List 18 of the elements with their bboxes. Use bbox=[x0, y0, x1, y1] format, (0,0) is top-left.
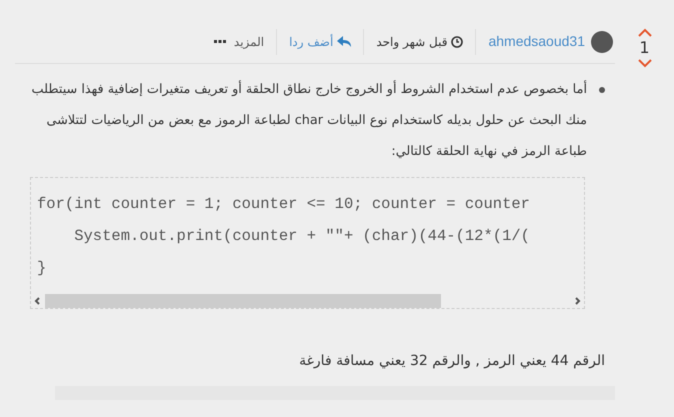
clock-icon bbox=[451, 36, 464, 48]
bullet-icon bbox=[599, 87, 605, 93]
reply-arrow-icon bbox=[337, 36, 352, 47]
note-text: الرقم 44 يعني الرمز , والرقم 32 يعني مسافة فارغة bbox=[298, 352, 605, 371]
code-line: for(int counter = 1; counter <= 10; counter = counter bbox=[37, 194, 531, 215]
avatar-icon bbox=[591, 30, 613, 52]
post-time: قبل شهر واحد bbox=[376, 34, 448, 50]
code-line: System.out.print(counter + ""+ (char)(44-(12*(1/( bbox=[73, 226, 531, 247]
code-line: } bbox=[37, 258, 48, 279]
downvote-icon[interactable] bbox=[636, 59, 652, 69]
more-link[interactable]: المزيد bbox=[214, 32, 264, 50]
more-dots-icon bbox=[214, 40, 226, 44]
reply-link[interactable]: أضف ردا bbox=[289, 32, 352, 50]
answer-paragraph: أما بخصوص عدم استخدام الشروط أو الخروج خارج نطاق الحلقة أو تعريف متغيرات إضافية فهذا سيتطلب منك البحث عن حلول بديله كاستخدام نوع البيانات char لطباعة الرموز مع بعض من الرياضيات لتتلاشى طباعة الرمز في نهاية الحلقة كالتالي: bbox=[32, 82, 587, 159]
username-link[interactable]: ahmedsaoud31 bbox=[488, 31, 585, 52]
vote-count: 1 bbox=[639, 37, 650, 59]
scrollbar-thumb[interactable] bbox=[45, 294, 441, 308]
upvote-icon[interactable] bbox=[636, 27, 652, 37]
